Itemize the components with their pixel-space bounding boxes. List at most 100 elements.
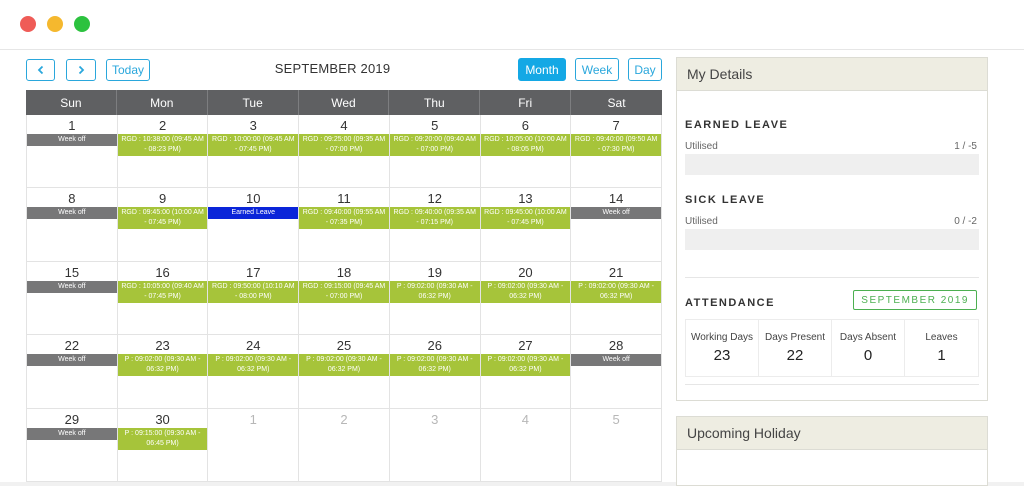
day-view-button[interactable]: Day (628, 58, 662, 81)
calendar-day-cell[interactable]: 2 (299, 409, 390, 482)
day-number[interactable]: 4 (299, 118, 389, 133)
calendar-day-cell[interactable]: 4 RGD : 09:25:00 (09:35 AM - 07:00 PM) (299, 115, 390, 188)
attendance-event[interactable]: RGD : 10:05:00 (09:40 AM - 07:45 PM) (117, 281, 208, 303)
day-number[interactable]: 11 (299, 191, 389, 206)
calendar-day-cell[interactable]: 28 Week off (571, 335, 662, 409)
calendar-day-cell[interactable]: 27 P : 09:02:00 (09:30 AM - 06:32 PM) (480, 335, 572, 409)
day-number[interactable]: 15 (27, 265, 117, 280)
calendar-day-cell[interactable]: 1 Week off (27, 115, 118, 188)
attendance-event[interactable]: P : 09:02:00 (09:30 AM - 06:32 PM) (389, 354, 480, 376)
attendance-event[interactable]: P : 09:02:00 (09:30 AM - 06:32 PM) (389, 281, 480, 303)
attendance-event[interactable]: RGD : 09:40:00 (09:50 AM - 07:30 PM) (571, 134, 661, 156)
attendance-event[interactable]: RGD : 09:25:00 (09:35 AM - 07:00 PM) (299, 134, 389, 156)
calendar-day-cell[interactable]: 18 RGD : 09:15:00 (09:45 AM - 07:00 PM) (299, 262, 390, 335)
attendance-event[interactable]: P : 09:02:00 (09:30 AM - 06:32 PM) (571, 281, 661, 303)
day-number[interactable]: 18 (299, 265, 389, 280)
day-number[interactable]: 7 (571, 118, 661, 133)
calendar-day-cell[interactable]: 13 RGD : 09:45:00 (10:00 AM - 07:45 PM) (480, 188, 572, 262)
day-number[interactable]: 19 (390, 265, 480, 280)
calendar-day-cell[interactable]: 30 P : 09:15:00 (09:30 AM - 06:45 PM) (117, 409, 209, 482)
attendance-month-badge[interactable]: SEPTEMBER 2019 (853, 290, 977, 310)
attendance-event[interactable]: RGD : 10:05:00 (10:00 AM - 08:05 PM) (480, 134, 571, 156)
day-number[interactable]: 22 (27, 338, 117, 353)
calendar-day-cell[interactable]: 12 RGD : 09:40:00 (09:35 AM - 07:15 PM) (389, 188, 481, 262)
calendar-day-cell[interactable]: 3 (389, 409, 481, 482)
prev-month-button[interactable] (26, 59, 55, 81)
day-number[interactable]: 8 (27, 191, 117, 206)
day-number[interactable]: 13 (481, 191, 571, 206)
day-number[interactable]: 12 (390, 191, 480, 206)
attendance-event[interactable]: RGD : 09:45:00 (10:00 AM - 07:45 PM) (117, 207, 208, 229)
day-number[interactable]: 21 (571, 265, 661, 280)
attendance-event[interactable]: P : 09:02:00 (09:30 AM - 06:32 PM) (299, 354, 389, 376)
close-window-button[interactable] (20, 16, 36, 32)
calendar-day-cell[interactable]: 5 (571, 409, 662, 482)
week-off-event[interactable]: Week off (27, 354, 117, 366)
month-view-button[interactable]: Month (518, 58, 566, 81)
attendance-event[interactable]: P : 09:02:00 (09:30 AM - 06:32 PM) (480, 354, 571, 376)
calendar-day-cell[interactable]: 26 P : 09:02:00 (09:30 AM - 06:32 PM) (389, 335, 481, 409)
calendar-day-cell[interactable]: 15 Week off (27, 262, 118, 335)
calendar-day-cell[interactable]: 10 Earned Leave (208, 188, 300, 262)
calendar-day-cell[interactable]: 8 Week off (27, 188, 118, 262)
week-off-event[interactable]: Week off (27, 428, 117, 440)
day-number[interactable]: 27 (481, 338, 571, 353)
day-number[interactable]: 14 (571, 191, 661, 206)
attendance-event[interactable]: P : 09:02:00 (09:30 AM - 06:32 PM) (480, 281, 571, 303)
day-number[interactable]: 1 (27, 118, 117, 133)
day-number[interactable]: 23 (118, 338, 208, 353)
day-number[interactable]: 29 (27, 412, 117, 427)
day-number[interactable]: 28 (571, 338, 661, 353)
calendar-day-cell[interactable]: 2 RGD : 10:38:00 (09:45 AM - 08:23 PM) (117, 115, 209, 188)
attendance-event[interactable]: RGD : 09:50:00 (10:10 AM - 08:00 PM) (208, 281, 299, 303)
attendance-event[interactable]: P : 09:15:00 (09:30 AM - 06:45 PM) (117, 428, 208, 450)
day-number[interactable]: 3 (208, 118, 298, 133)
attendance-event[interactable]: RGD : 09:40:00 (09:35 AM - 07:15 PM) (389, 207, 480, 229)
calendar-day-cell[interactable]: 22 Week off (27, 335, 118, 409)
calendar-day-cell[interactable]: 23 P : 09:02:00 (09:30 AM - 06:32 PM) (117, 335, 209, 409)
week-off-event[interactable]: Week off (571, 354, 661, 366)
leave-event[interactable]: Earned Leave (208, 207, 299, 219)
day-number[interactable]: 2 (118, 118, 208, 133)
calendar-day-cell[interactable]: 1 (208, 409, 300, 482)
minimize-window-button[interactable] (47, 16, 63, 32)
day-number[interactable]: 1 (208, 412, 298, 427)
calendar-day-cell[interactable]: 20 P : 09:02:00 (09:30 AM - 06:32 PM) (480, 262, 572, 335)
calendar-day-cell[interactable]: 3 RGD : 10:00:00 (09:45 AM - 07:45 PM) (208, 115, 300, 188)
day-number[interactable]: 30 (118, 412, 208, 427)
calendar-day-cell[interactable]: 7 RGD : 09:40:00 (09:50 AM - 07:30 PM) (571, 115, 662, 188)
attendance-event[interactable]: RGD : 10:00:00 (09:45 AM - 07:45 PM) (208, 134, 299, 156)
week-view-button[interactable]: Week (575, 58, 619, 81)
attendance-event[interactable]: P : 09:02:00 (09:30 AM - 06:32 PM) (117, 354, 208, 376)
week-off-event[interactable]: Week off (571, 207, 661, 219)
calendar-day-cell[interactable]: 16 RGD : 10:05:00 (09:40 AM - 07:45 PM) (117, 262, 209, 335)
day-number[interactable]: 24 (208, 338, 298, 353)
attendance-event[interactable]: RGD : 10:38:00 (09:45 AM - 08:23 PM) (117, 134, 208, 156)
calendar-day-cell[interactable]: 9 RGD : 09:45:00 (10:00 AM - 07:45 PM) (117, 188, 209, 262)
week-off-event[interactable]: Week off (27, 134, 117, 146)
day-number[interactable]: 5 (390, 118, 480, 133)
day-number[interactable]: 3 (390, 412, 480, 427)
attendance-event[interactable]: RGD : 09:20:00 (09:40 AM - 07:00 PM) (389, 134, 480, 156)
day-number[interactable]: 25 (299, 338, 389, 353)
day-number[interactable]: 20 (481, 265, 571, 280)
attendance-event[interactable]: RGD : 09:15:00 (09:45 AM - 07:00 PM) (299, 281, 389, 303)
calendar-day-cell[interactable]: 6 RGD : 10:05:00 (10:00 AM - 08:05 PM) (480, 115, 572, 188)
calendar-day-cell[interactable]: 11 RGD : 09:40:00 (09:55 AM - 07:35 PM) (299, 188, 390, 262)
day-number[interactable]: 16 (118, 265, 208, 280)
day-number[interactable]: 4 (481, 412, 571, 427)
calendar-day-cell[interactable]: 25 P : 09:02:00 (09:30 AM - 06:32 PM) (299, 335, 390, 409)
week-off-event[interactable]: Week off (27, 207, 117, 219)
week-off-event[interactable]: Week off (27, 281, 117, 293)
day-number[interactable]: 17 (208, 265, 298, 280)
calendar-day-cell[interactable]: 21 P : 09:02:00 (09:30 AM - 06:32 PM) (571, 262, 662, 335)
day-number[interactable]: 9 (118, 191, 208, 206)
calendar-day-cell[interactable]: 24 P : 09:02:00 (09:30 AM - 06:32 PM) (208, 335, 300, 409)
calendar-day-cell[interactable]: 14 Week off (571, 188, 662, 262)
attendance-event[interactable]: RGD : 09:40:00 (09:55 AM - 07:35 PM) (299, 207, 389, 229)
day-number[interactable]: 2 (299, 412, 389, 427)
attendance-event[interactable]: RGD : 09:45:00 (10:00 AM - 07:45 PM) (480, 207, 571, 229)
calendar-day-cell[interactable]: 17 RGD : 09:50:00 (10:10 AM - 08:00 PM) (208, 262, 300, 335)
maximize-window-button[interactable] (74, 16, 90, 32)
day-number[interactable]: 5 (571, 412, 661, 427)
